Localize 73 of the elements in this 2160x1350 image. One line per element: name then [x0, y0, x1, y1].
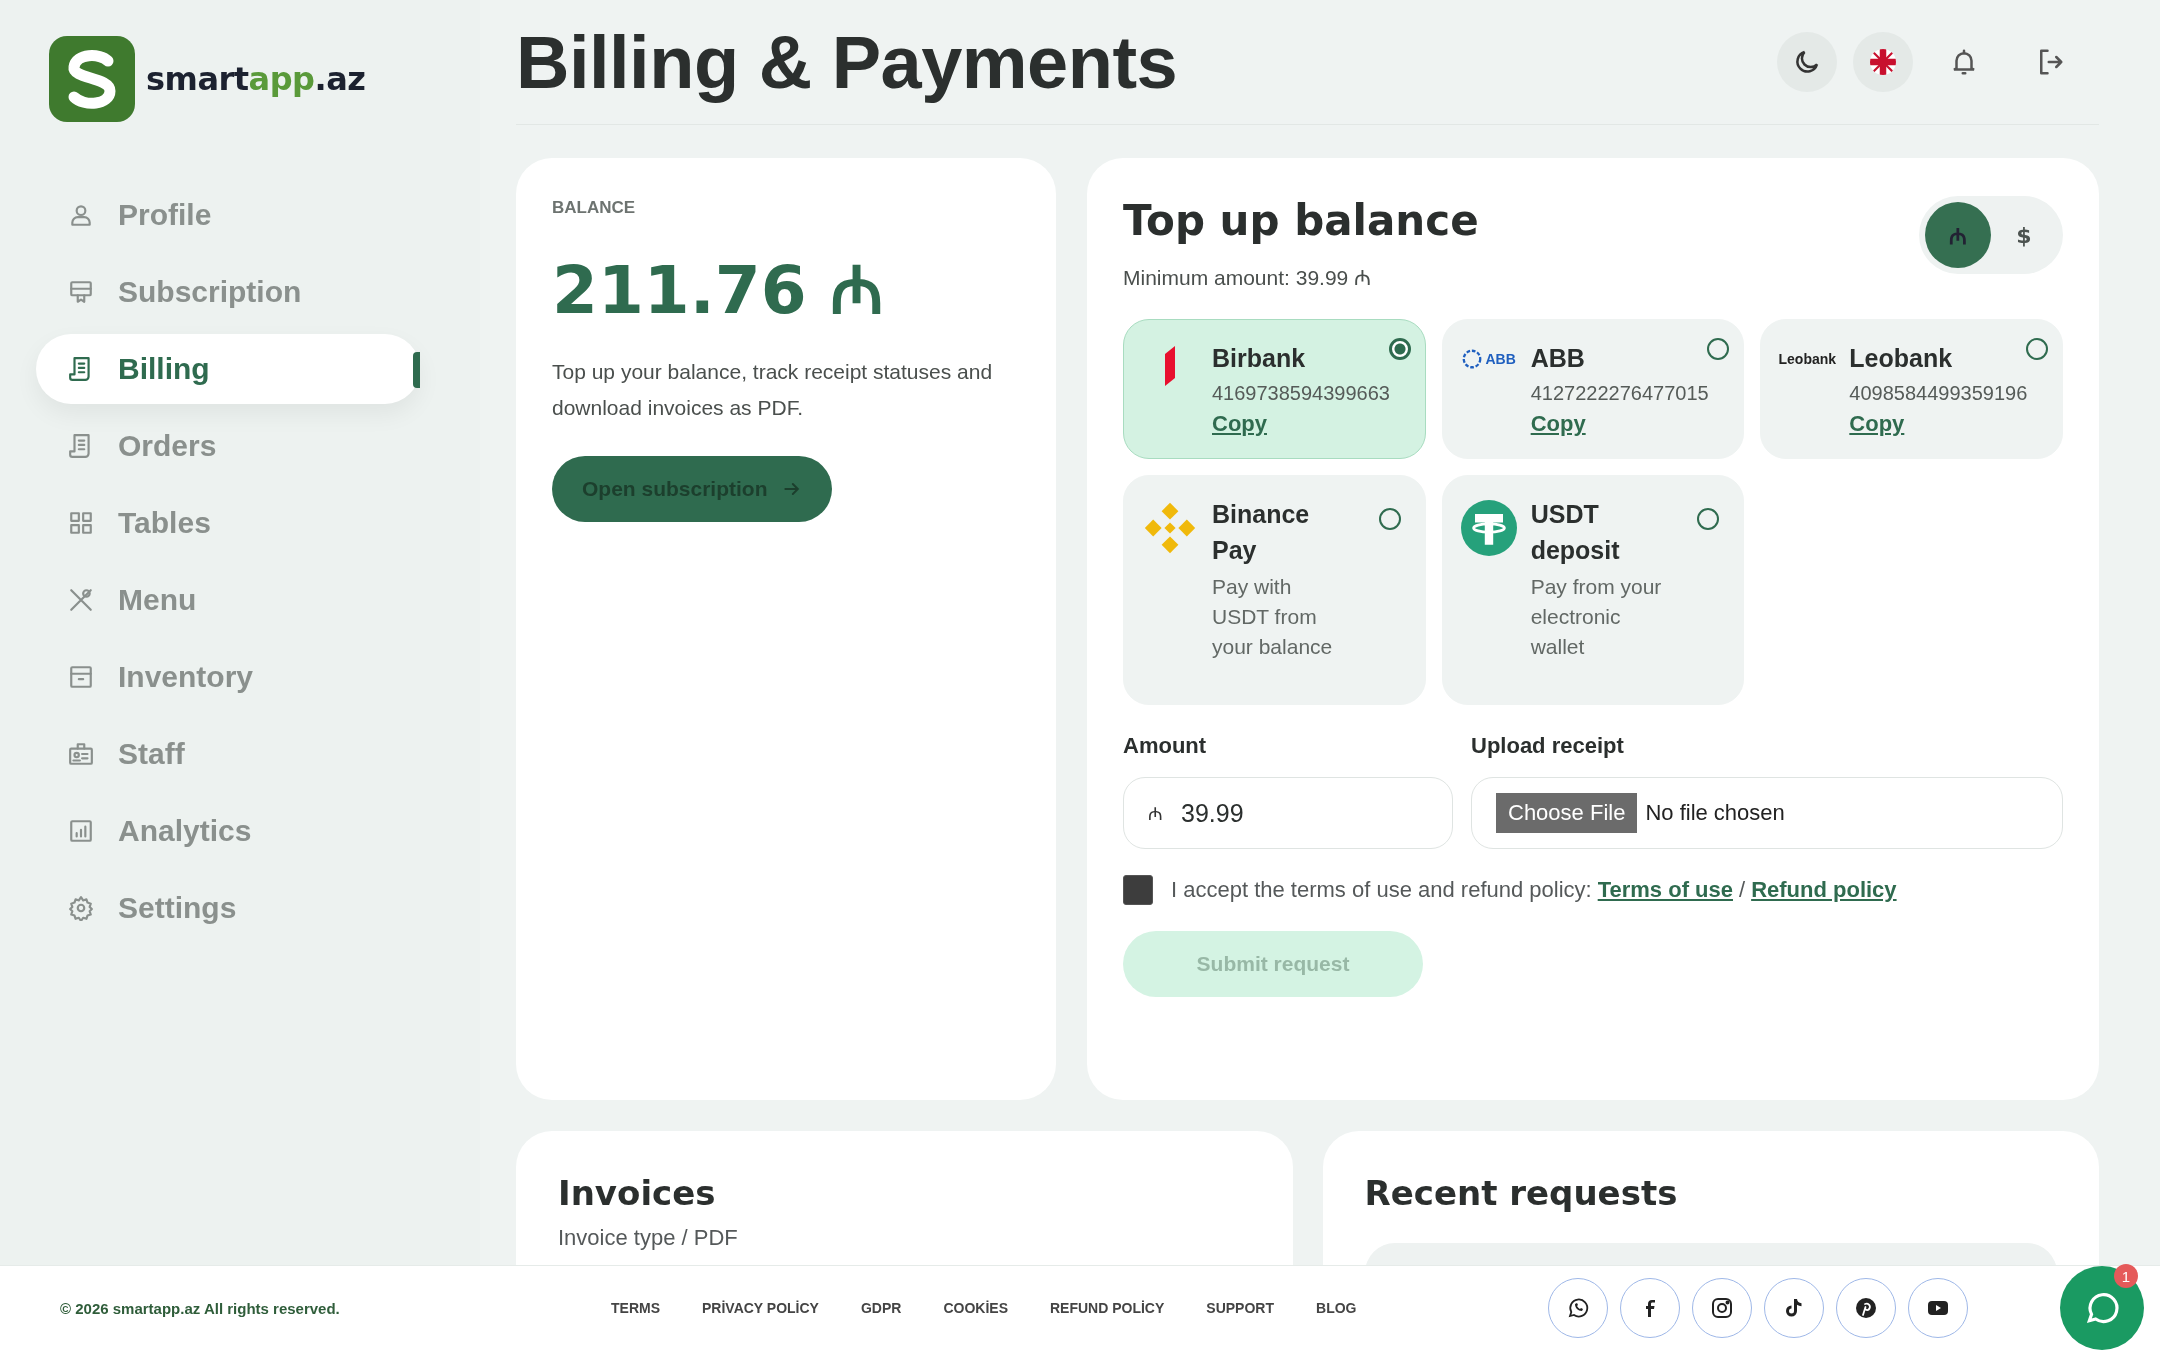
abb-logo: ABB	[1461, 344, 1516, 374]
radio-button[interactable]	[2026, 338, 2048, 360]
copy-link[interactable]: Copy	[1530, 411, 1586, 437]
method-description: Pay from your electronic wallet	[1530, 574, 1663, 660]
slanted-bar-logo-icon	[1163, 344, 1177, 388]
amount-label: Amount	[1123, 733, 1208, 759]
refund-policy-link[interactable]: Refund policy	[1751, 877, 1897, 903]
copyright-text: © 2026 smartapp.az All rights reserved.	[60, 1299, 341, 1317]
radio-button[interactable]	[1707, 338, 1730, 360]
card-number: 4169738594399663	[1212, 382, 1390, 405]
pin-logo-icon	[1854, 1296, 1878, 1320]
leobank-logo: Leobank	[1778, 350, 1837, 369]
sidebar-item[interactable]: Billing	[36, 334, 420, 404]
archive-box-icon	[68, 664, 94, 690]
diamond-logo-icon	[1142, 500, 1198, 556]
chat-badge: 1	[2114, 1264, 2138, 1288]
balance-label: BALANCE	[552, 198, 637, 218]
method-name: Birbank	[1212, 343, 1306, 374]
footer-link[interactable]: BLOG	[1316, 1300, 1357, 1316]
method-description: Pay with USDT from your balance	[1212, 574, 1334, 660]
logo-icon	[48, 35, 136, 123]
file-status: No file chosen	[1645, 800, 1785, 826]
method-name: Leobank	[1849, 343, 1953, 374]
flag-icon	[1870, 49, 1896, 75]
payment-method-card[interactable]: Leobank Leobank 4098584499359196 Copy	[1760, 319, 2063, 459]
upload-receipt-label: Upload receipt	[1471, 733, 1625, 759]
grid-icon	[68, 510, 94, 536]
method-name: USDT deposit	[1530, 499, 1621, 566]
footer-link[interactable]: TERMS	[611, 1300, 660, 1316]
payment-method-card[interactable]: Birbank 4169738594399663 Copy	[1123, 319, 1426, 459]
crossed-utensils-icon	[68, 587, 94, 613]
footer-link[interactable]: SUPPORT	[1206, 1300, 1274, 1316]
choose-file-button[interactable]: Choose File	[1496, 793, 1638, 833]
invoices-subtitle: Invoice type / PDF	[558, 1225, 739, 1251]
radio-button[interactable]	[1378, 508, 1401, 530]
link-separator: /	[1739, 877, 1746, 903]
phone-bubble-icon	[1566, 1296, 1590, 1320]
gear-icon	[68, 895, 94, 921]
payment-method-card[interactable]: ABB ABB 4127222276477015 Copy	[1441, 319, 1745, 459]
footer-link[interactable]: REFUND POLİCY	[1050, 1300, 1165, 1316]
balance-amount: 211.76 ₼	[552, 251, 884, 331]
radio-button[interactable]	[1697, 508, 1720, 530]
balance-description: Top up your balance, track receipt statuses and download invoices as PDF.	[552, 359, 994, 421]
card-number: 4098584499359196	[1849, 382, 2028, 405]
person-icon	[68, 202, 94, 228]
bar-chart-icon	[68, 818, 94, 844]
terms-text: I accept the terms of use and refund policy:	[1171, 877, 1592, 903]
copy-link[interactable]: Copy	[1212, 411, 1267, 437]
footer-link[interactable]: COOKİES	[943, 1300, 1008, 1316]
payment-method-card[interactable]: Binance Pay Pay with USDT from your balance	[1123, 475, 1426, 705]
monitor-icon	[68, 279, 94, 305]
card-number: 4127222276477015	[1530, 382, 1709, 405]
payment-method-card[interactable]: USDT deposit Pay from your electronic wallet	[1441, 475, 1745, 705]
footer-link[interactable]: PRİVACY POLİCY	[702, 1300, 819, 1316]
tether-coin-icon	[1460, 500, 1517, 556]
copy-link[interactable]: Copy	[1849, 411, 1905, 437]
method-name: ABB	[1530, 343, 1585, 374]
terms-link[interactable]: Terms of use	[1597, 877, 1733, 903]
currency-option[interactable]: $	[1991, 202, 2057, 268]
invoices-title: Invoices	[558, 1173, 717, 1213]
minimum-amount: Minimum amount: 39.99 ₼	[1123, 265, 1373, 291]
footer-link[interactable]: GDPR	[860, 1300, 902, 1316]
radio-button[interactable]	[1388, 338, 1411, 360]
method-name: Binance Pay	[1212, 499, 1311, 566]
amount-field[interactable]: ₼ 39.99	[1123, 777, 1453, 849]
page-title: Billing & Payments	[516, 19, 1178, 105]
terms-checkbox[interactable]	[1123, 875, 1153, 905]
active-indicator	[413, 352, 420, 388]
logo-text: smartapp.az	[146, 60, 366, 98]
camera-icon	[1710, 1296, 1734, 1320]
top-up-title: Top up balance	[1123, 196, 1479, 245]
recent-requests-title: Recent requests	[1364, 1173, 1679, 1213]
id-badge-icon	[68, 741, 94, 767]
